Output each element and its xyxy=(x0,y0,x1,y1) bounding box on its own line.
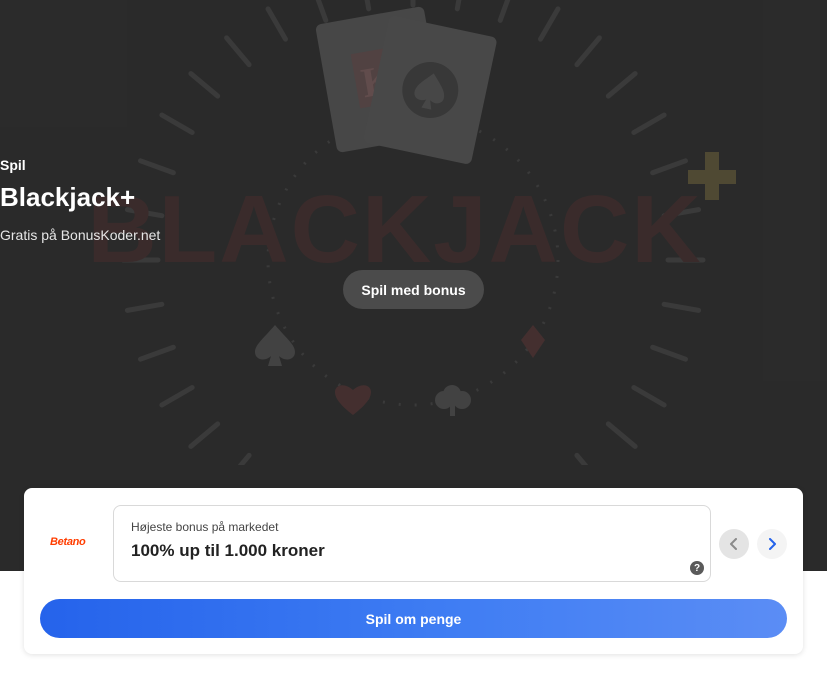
play-for-money-button[interactable]: Spil om penge xyxy=(40,599,787,638)
offer-label: Højeste bonus på markedet xyxy=(131,520,279,534)
game-hero: K BLACKJACK Spil Blackjack+ Gratis på Bo… xyxy=(0,0,827,465)
help-icon[interactable]: ? xyxy=(690,561,704,575)
play-with-bonus-button[interactable]: Spil med bonus xyxy=(343,270,484,309)
game-title: Blackjack+ xyxy=(0,182,136,212)
game-subtitle: Gratis på BonusKoder.net xyxy=(0,227,161,243)
previous-offer-button[interactable] xyxy=(719,529,749,559)
chevron-right-icon xyxy=(769,538,776,550)
chevron-left-icon xyxy=(730,538,737,550)
offer-box: Højeste bonus på markedet 100% up til 1.… xyxy=(113,505,711,582)
bonus-offer-card: Betano Højeste bonus på markedet 100% up… xyxy=(24,488,803,654)
betano-logo[interactable]: Betano xyxy=(50,536,86,548)
next-offer-button[interactable] xyxy=(757,529,787,559)
offer-value: 100% up til 1.000 kroner xyxy=(131,541,325,560)
category-label: Spil xyxy=(0,157,26,173)
